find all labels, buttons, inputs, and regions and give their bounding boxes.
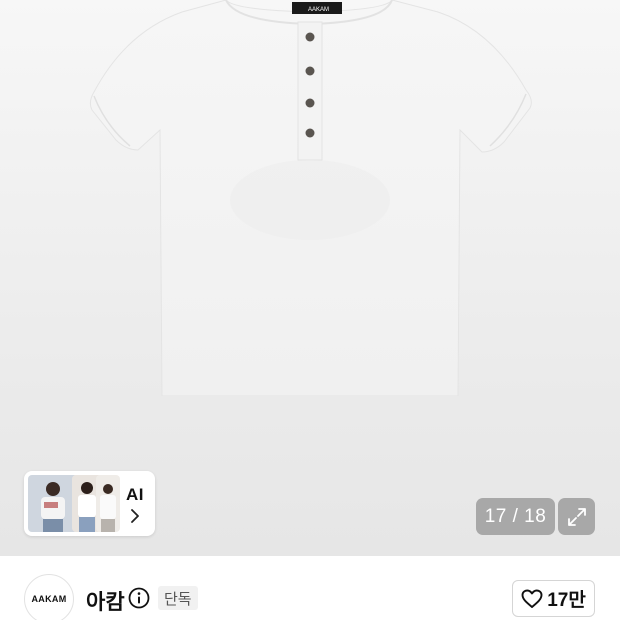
product-image: AAKAM xyxy=(89,0,532,396)
product-image-gallery[interactable]: AAKAM AI 17 / 18 xyxy=(0,0,620,556)
ai-thumbnail-1 xyxy=(28,475,78,532)
expand-arrows-icon xyxy=(567,507,586,526)
like-count: 17만 xyxy=(547,590,586,611)
product-page: AAKAM AI 17 / 18 AAKAM 아캄 단독 17만 xyxy=(0,0,620,620)
shirt-button xyxy=(305,128,315,138)
ai-thumbnails xyxy=(28,475,120,532)
ai-styling-card[interactable]: AI xyxy=(24,471,155,536)
store-info-bar: AAKAM 아캄 단독 17만 xyxy=(0,556,620,620)
exclusive-badge-label: 단독 xyxy=(164,590,192,608)
heart-outline-icon xyxy=(521,589,543,608)
ai-label: AI xyxy=(126,484,144,504)
info-circle-icon[interactable] xyxy=(128,587,150,609)
brand-logo[interactable]: AAKAM xyxy=(24,574,74,620)
like-button[interactable]: 17만 xyxy=(512,580,595,617)
shirt-button xyxy=(305,98,315,108)
shirt-button xyxy=(305,66,315,76)
chevron-right-icon xyxy=(131,508,139,523)
ai-card-side: AI xyxy=(126,485,144,523)
brand-logo-text: AAKAM xyxy=(31,594,67,604)
brand-name[interactable]: 아캄 xyxy=(86,586,125,616)
ai-thumbnail-3 xyxy=(96,475,120,532)
shirt-tag-label: AAKAM xyxy=(308,7,329,13)
exclusive-badge: 단독 xyxy=(158,586,198,610)
shirt-button xyxy=(305,32,315,42)
expand-image-button[interactable] xyxy=(558,498,595,535)
image-counter: 17 / 18 xyxy=(476,498,555,535)
